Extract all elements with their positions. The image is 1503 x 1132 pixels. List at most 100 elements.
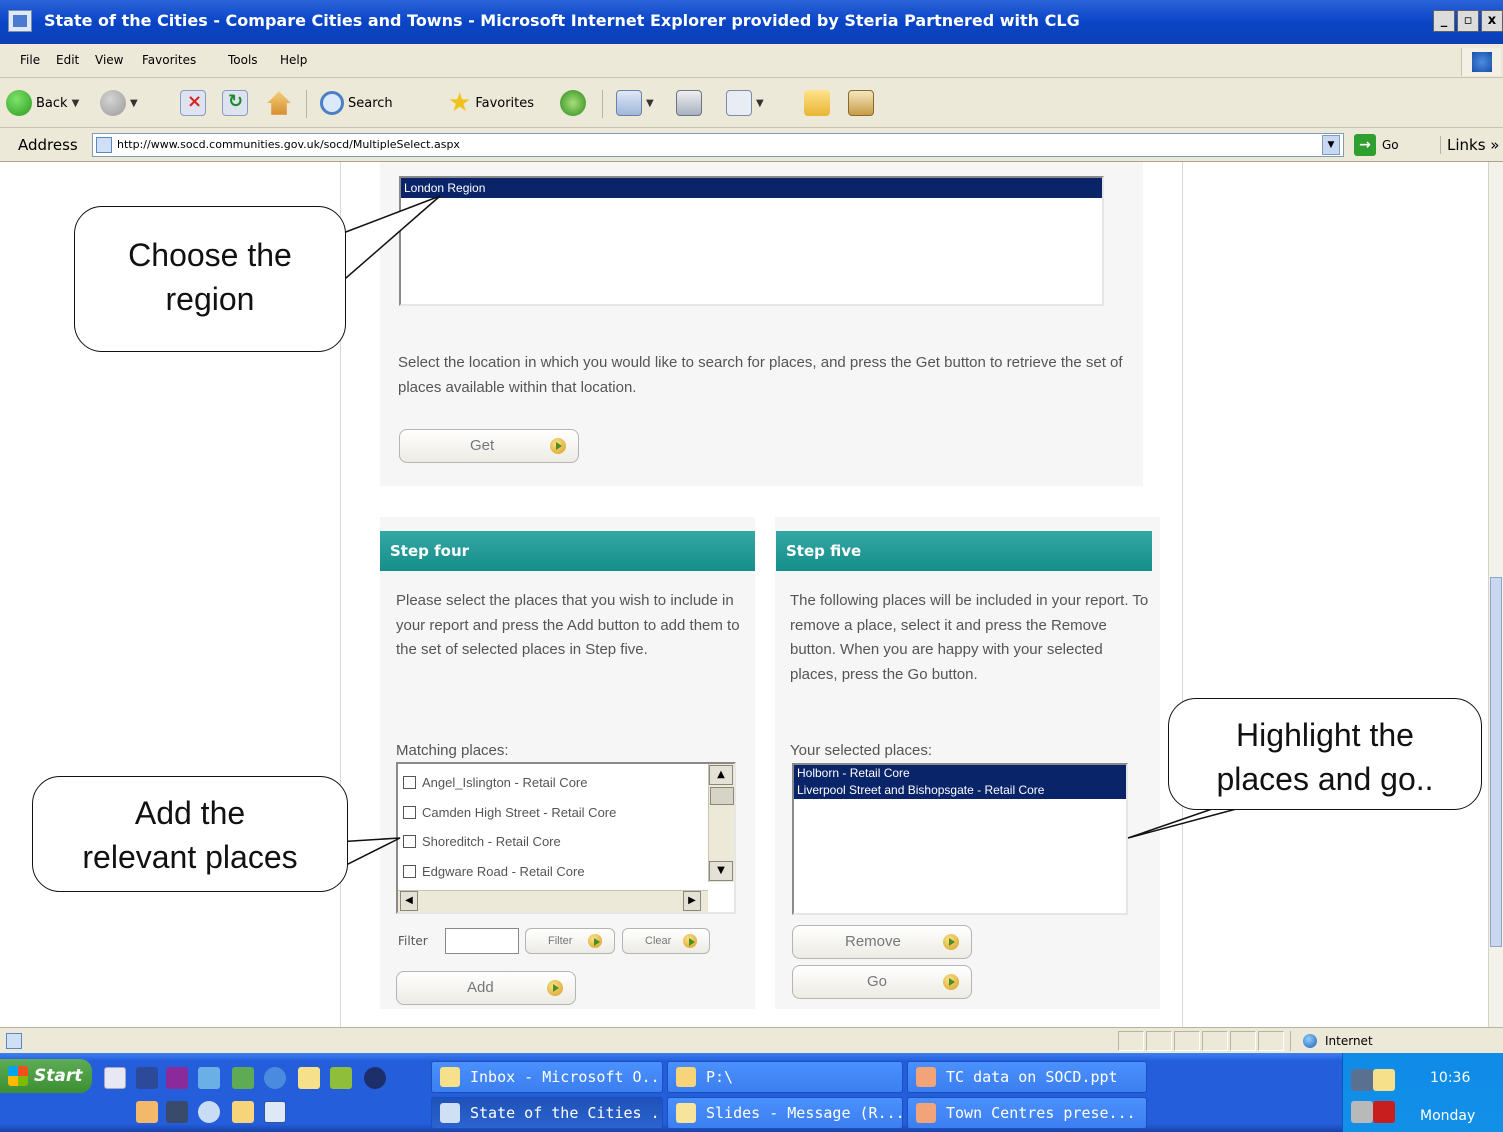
history-button[interactable] (560, 88, 586, 118)
back-button[interactable]: Back ▼ (6, 88, 79, 118)
go-arrow-icon[interactable]: → (1354, 134, 1376, 156)
place-checkbox[interactable] (403, 805, 416, 819)
place-row[interactable]: Edgware Road - Retail Core (398, 857, 708, 887)
place-label: Shoreditch - Retail Core (422, 834, 561, 850)
quicklaunch-outlook-icon[interactable] (298, 1067, 320, 1089)
quicklaunch-app-icon[interactable] (198, 1101, 220, 1123)
favorites-button[interactable]: ★ Favorites (448, 88, 534, 118)
task-explorer-p[interactable]: P:\ (667, 1061, 903, 1093)
task-slides-message[interactable]: Slides - Message (R... (667, 1097, 903, 1129)
place-row[interactable]: Camden High Street - Retail Core (398, 798, 708, 828)
menu-help[interactable]: Help (280, 53, 307, 67)
minimize-button[interactable]: _ (1433, 10, 1455, 32)
places-vertical-scrollbar[interactable]: ▲ ▼ (708, 764, 734, 882)
home-button[interactable] (266, 88, 292, 118)
location-option[interactable]: London Region (401, 178, 1102, 198)
address-go-button[interactable]: Go (1382, 138, 1399, 152)
stop-button[interactable] (180, 88, 206, 118)
close-button[interactable]: x (1481, 10, 1503, 32)
page-scroll-thumb[interactable] (1490, 577, 1502, 947)
menu-view[interactable]: View (95, 53, 123, 67)
selected-places-listbox[interactable]: Holborn - Retail Core Liverpool Street a… (792, 763, 1128, 915)
mcafee-icon[interactable] (1373, 1101, 1395, 1123)
forward-button[interactable]: ▼ (100, 88, 138, 118)
maximize-button[interactable]: ▫ (1457, 10, 1479, 32)
quicklaunch-ie-icon[interactable] (264, 1067, 286, 1089)
quicklaunch-folder-icon[interactable] (232, 1101, 254, 1123)
locations-listbox[interactable]: London Region (399, 176, 1104, 306)
tray-app-icon[interactable] (1351, 1101, 1373, 1123)
quicklaunch-app-icon[interactable] (330, 1067, 352, 1089)
powerpoint-icon (916, 1103, 936, 1123)
folder-button[interactable] (804, 88, 830, 118)
links-toolbar[interactable]: Links » (1440, 136, 1499, 154)
quicklaunch-word-icon[interactable] (264, 1101, 286, 1123)
place-checkbox[interactable] (403, 864, 416, 878)
quicklaunch-app-icon[interactable] (232, 1067, 254, 1089)
quicklaunch-app-icon[interactable] (198, 1067, 220, 1089)
clock-time[interactable]: 10:36 (1430, 1070, 1470, 1086)
arrow-right-icon (550, 438, 566, 454)
ie-page-icon (8, 10, 32, 32)
place-checkbox[interactable] (403, 776, 416, 790)
scroll-up-icon[interactable]: ▲ (709, 765, 733, 785)
status-cell (1202, 1031, 1228, 1051)
scroll-right-icon[interactable]: ▶ (683, 891, 701, 911)
status-cell (1146, 1031, 1172, 1051)
menu-file[interactable]: File (20, 53, 40, 67)
place-row[interactable]: Angel_Islington - Retail Core (398, 768, 708, 798)
filter-input[interactable] (445, 928, 519, 954)
zone-label: Internet (1325, 1034, 1373, 1048)
windows-logo-icon (1461, 48, 1501, 76)
start-button[interactable]: Start (0, 1059, 92, 1093)
filter-button[interactable]: Filter (525, 928, 615, 954)
address-input[interactable]: http://www.socd.communities.gov.uk/socd/… (92, 133, 1344, 157)
menu-edit[interactable]: Edit (56, 53, 79, 67)
security-zone[interactable]: Internet (1290, 1031, 1490, 1051)
add-button[interactable]: Add (396, 971, 576, 1005)
filter-label: Filter (398, 934, 428, 948)
quicklaunch-app-icon[interactable] (166, 1067, 188, 1089)
toolbar-separator (602, 90, 603, 118)
edit-button[interactable]: ▼ (726, 88, 764, 118)
remove-button[interactable]: Remove (792, 925, 972, 959)
window-titlebar[interactable]: State of the Cities - Compare Cities and… (0, 0, 1503, 44)
get-button[interactable]: Get (399, 429, 579, 463)
step-three-instructions: Select the location in which you would l… (398, 354, 1123, 396)
scroll-left-icon[interactable]: ◀ (400, 891, 418, 911)
network-icon[interactable] (1351, 1069, 1373, 1091)
task-town-centres[interactable]: Town Centres prese... (907, 1097, 1147, 1129)
clear-button[interactable]: Clear (622, 928, 710, 954)
address-dropdown-button[interactable]: ▼ (1322, 135, 1340, 155)
status-cell (1230, 1031, 1256, 1051)
outlook-tray-icon[interactable] (1373, 1069, 1395, 1091)
mail-button[interactable]: ▼ (616, 88, 654, 118)
place-row[interactable]: Shoreditch - Retail Core (398, 827, 708, 857)
page-vertical-scrollbar[interactable] (1488, 162, 1503, 1027)
quicklaunch-app-icon[interactable] (136, 1101, 158, 1123)
search-button[interactable]: Search (320, 88, 393, 118)
selected-place-option[interactable]: Holborn - Retail Core (794, 765, 1126, 782)
go-button[interactable]: Go (792, 965, 972, 999)
places-horizontal-scrollbar[interactable]: ◀ ▶ (398, 890, 708, 912)
research-button[interactable] (848, 88, 874, 118)
quicklaunch-app-icon[interactable] (166, 1101, 188, 1123)
message-icon (676, 1103, 696, 1123)
task-inbox[interactable]: Inbox - Microsoft O... (431, 1061, 663, 1093)
quicklaunch-app-icon[interactable] (364, 1067, 386, 1089)
task-tc-data[interactable]: TC data on SOCD.ppt (907, 1061, 1147, 1093)
menu-tools[interactable]: Tools (228, 53, 258, 67)
print-button[interactable] (676, 88, 702, 118)
task-state-of-cities[interactable]: State of the Cities ... (431, 1097, 663, 1129)
scroll-thumb[interactable] (710, 787, 734, 805)
refresh-button[interactable] (222, 88, 248, 118)
menu-favorites[interactable]: Favorites (142, 53, 196, 67)
selected-place-option[interactable]: Liverpool Street and Bishopsgate - Retai… (794, 782, 1126, 799)
scroll-down-icon[interactable]: ▼ (709, 861, 733, 881)
research-icon (848, 90, 874, 116)
quicklaunch-sap-icon[interactable] (136, 1067, 158, 1089)
quicklaunch-pen-icon[interactable] (104, 1067, 126, 1089)
matching-places-listbox[interactable]: Angel_Islington - Retail Core Camden Hig… (396, 762, 736, 914)
back-label: Back (36, 95, 68, 111)
place-checkbox[interactable] (403, 835, 416, 849)
